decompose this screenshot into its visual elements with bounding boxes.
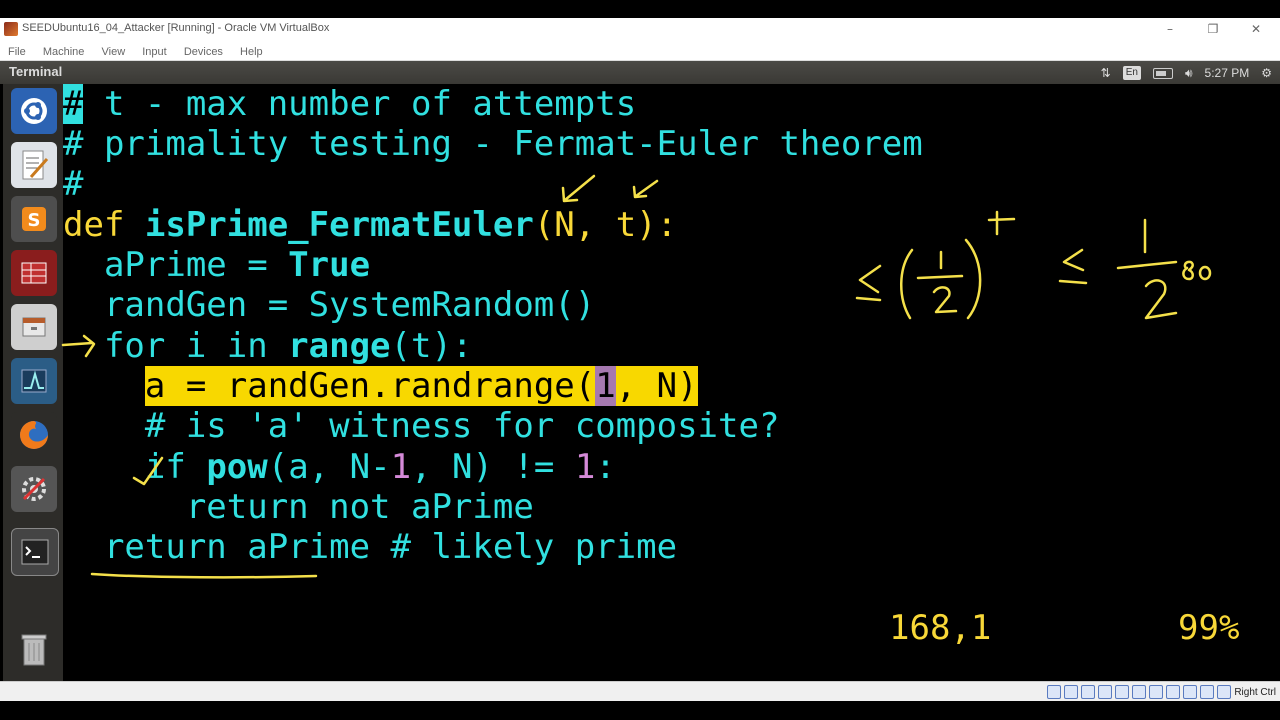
screen-top-border — [0, 0, 1280, 18]
code-line-7: for i in range(t): — [63, 326, 472, 366]
code-text: aPrime = — [63, 245, 289, 285]
window-title: SEEDUbuntu16_04_Attacker [Running] - Ora… — [22, 22, 330, 34]
function-params: (N, t): — [533, 205, 678, 245]
pow-builtin: pow — [206, 447, 268, 487]
code-line-11: return not aPrime — [63, 487, 534, 527]
video-capture-icon[interactable] — [1166, 685, 1181, 699]
code-text: , N) != — [411, 447, 575, 487]
virtualbox-titlebar: SEEDUbuntu16_04_Attacker [Running] - Ora… — [0, 18, 1280, 40]
code-line-10: if pow(a, N-1, N) != 1: — [63, 447, 616, 487]
ubuntu-dash-icon[interactable] — [11, 88, 57, 134]
power-gear-icon[interactable]: ⚙ — [1261, 66, 1272, 80]
virtualbox-statusbar: Right Ctrl — [0, 681, 1280, 702]
ubuntu-top-panel: Terminal ⇅ En 🔊︎ 5:27 PM ⚙ — [0, 61, 1280, 84]
menu-devices[interactable]: Devices — [184, 42, 223, 62]
text-editor-icon[interactable] — [11, 142, 57, 188]
active-app-title: Terminal — [9, 64, 63, 79]
menu-file[interactable]: File — [8, 42, 26, 62]
code-text: for i in — [63, 326, 289, 366]
system-monitor-icon[interactable] — [11, 358, 57, 404]
audio-icon[interactable] — [1081, 685, 1096, 699]
function-name: isPrime_FermatEuler — [144, 205, 534, 245]
optical-drive-icon[interactable] — [1064, 685, 1079, 699]
code-text: a = randGen.randrange( — [144, 366, 596, 406]
code-line-4: def isPrime_FermatEuler(N, t): — [63, 205, 677, 245]
system-tray: ⇅ En 🔊︎ 5:27 PM ⚙ — [1101, 63, 1272, 83]
code-text: (t): — [390, 326, 473, 366]
restore-button[interactable]: ❐ — [1199, 20, 1227, 38]
menu-help[interactable]: Help — [240, 42, 263, 62]
code-line-9: # is 'a' witness for composite? — [63, 406, 780, 446]
vim-cursor-position: 168,1 — [889, 608, 992, 648]
cpu-icon[interactable] — [1183, 685, 1198, 699]
code-text: : — [595, 447, 616, 487]
vim-scroll-percent: 99% — [1178, 608, 1240, 648]
settings-icon[interactable] — [11, 466, 57, 512]
network-adapter-icon[interactable] — [1098, 685, 1113, 699]
code-text: (a, N- — [267, 447, 391, 487]
svg-text:S: S — [28, 210, 41, 231]
vim-cursor: # — [63, 84, 84, 124]
highlighted-statement: a = randGen.randrange(1, N) — [144, 366, 698, 406]
code-line-2: # primality testing - Fermat-Euler theor… — [63, 124, 923, 164]
keyboard-capture-icon[interactable] — [1217, 685, 1232, 699]
hard-disk-icon[interactable] — [1047, 685, 1062, 699]
keyboard-layout-indicator[interactable]: En — [1122, 66, 1141, 80]
statusbar-indicators: Right Ctrl — [1047, 685, 1276, 699]
if-keyword: if — [144, 447, 207, 487]
wireshark-icon[interactable] — [11, 250, 57, 296]
ubuntu-logo-icon — [21, 98, 47, 124]
virtualbox-app-icon — [4, 22, 18, 36]
number-literal: 1 — [595, 366, 616, 406]
volume-icon[interactable]: 🔊︎ — [1185, 66, 1193, 81]
usb-icon[interactable] — [1115, 685, 1130, 699]
code-line-5: aPrime = True — [63, 245, 370, 285]
code-line-12: return aPrime # likely prime — [63, 527, 678, 567]
display-icon[interactable] — [1149, 685, 1164, 699]
terminal-icon[interactable] — [11, 528, 59, 576]
terminal-window[interactable]: # t - max number of attempts # primality… — [63, 84, 1276, 681]
comment-text: t - max number of attempts — [83, 84, 637, 124]
menu-input[interactable]: Input — [142, 42, 166, 62]
number-literal: 1 — [390, 447, 412, 487]
range-builtin: range — [288, 326, 391, 366]
firefox-icon[interactable] — [11, 412, 57, 458]
mouse-integration-icon[interactable] — [1200, 685, 1215, 699]
clock[interactable]: 5:27 PM — [1205, 66, 1250, 80]
menu-machine[interactable]: Machine — [43, 42, 85, 62]
battery-icon[interactable] — [1152, 67, 1173, 79]
files-icon[interactable] — [11, 304, 57, 350]
code-text: , N) — [615, 366, 698, 406]
code-line-8: a = randGen.randrange(1, N) — [63, 366, 698, 406]
shared-folders-icon[interactable] — [1132, 685, 1147, 699]
menu-view[interactable]: View — [102, 42, 126, 62]
code-line-3: # — [63, 164, 84, 204]
sublime-text-icon[interactable]: S — [11, 196, 57, 242]
virtualbox-menubar: File Machine View Input Devices Help — [0, 40, 1280, 61]
code-line-6: randGen = SystemRandom() — [63, 285, 596, 325]
true-keyword: True — [288, 245, 371, 285]
unity-launcher: S — [3, 84, 63, 681]
number-literal: 1 — [574, 447, 596, 487]
network-icon[interactable]: ⇅ — [1101, 66, 1111, 80]
close-button[interactable]: ✕ — [1242, 20, 1270, 38]
code-line-1: # t - max number of attempts — [63, 84, 636, 124]
host-key-label: Right Ctrl — [1234, 686, 1276, 698]
minimize-button[interactable]: – — [1156, 20, 1184, 38]
trash-icon[interactable] — [11, 626, 57, 672]
screen-bottom-border — [0, 701, 1280, 720]
def-keyword: def — [63, 205, 145, 245]
